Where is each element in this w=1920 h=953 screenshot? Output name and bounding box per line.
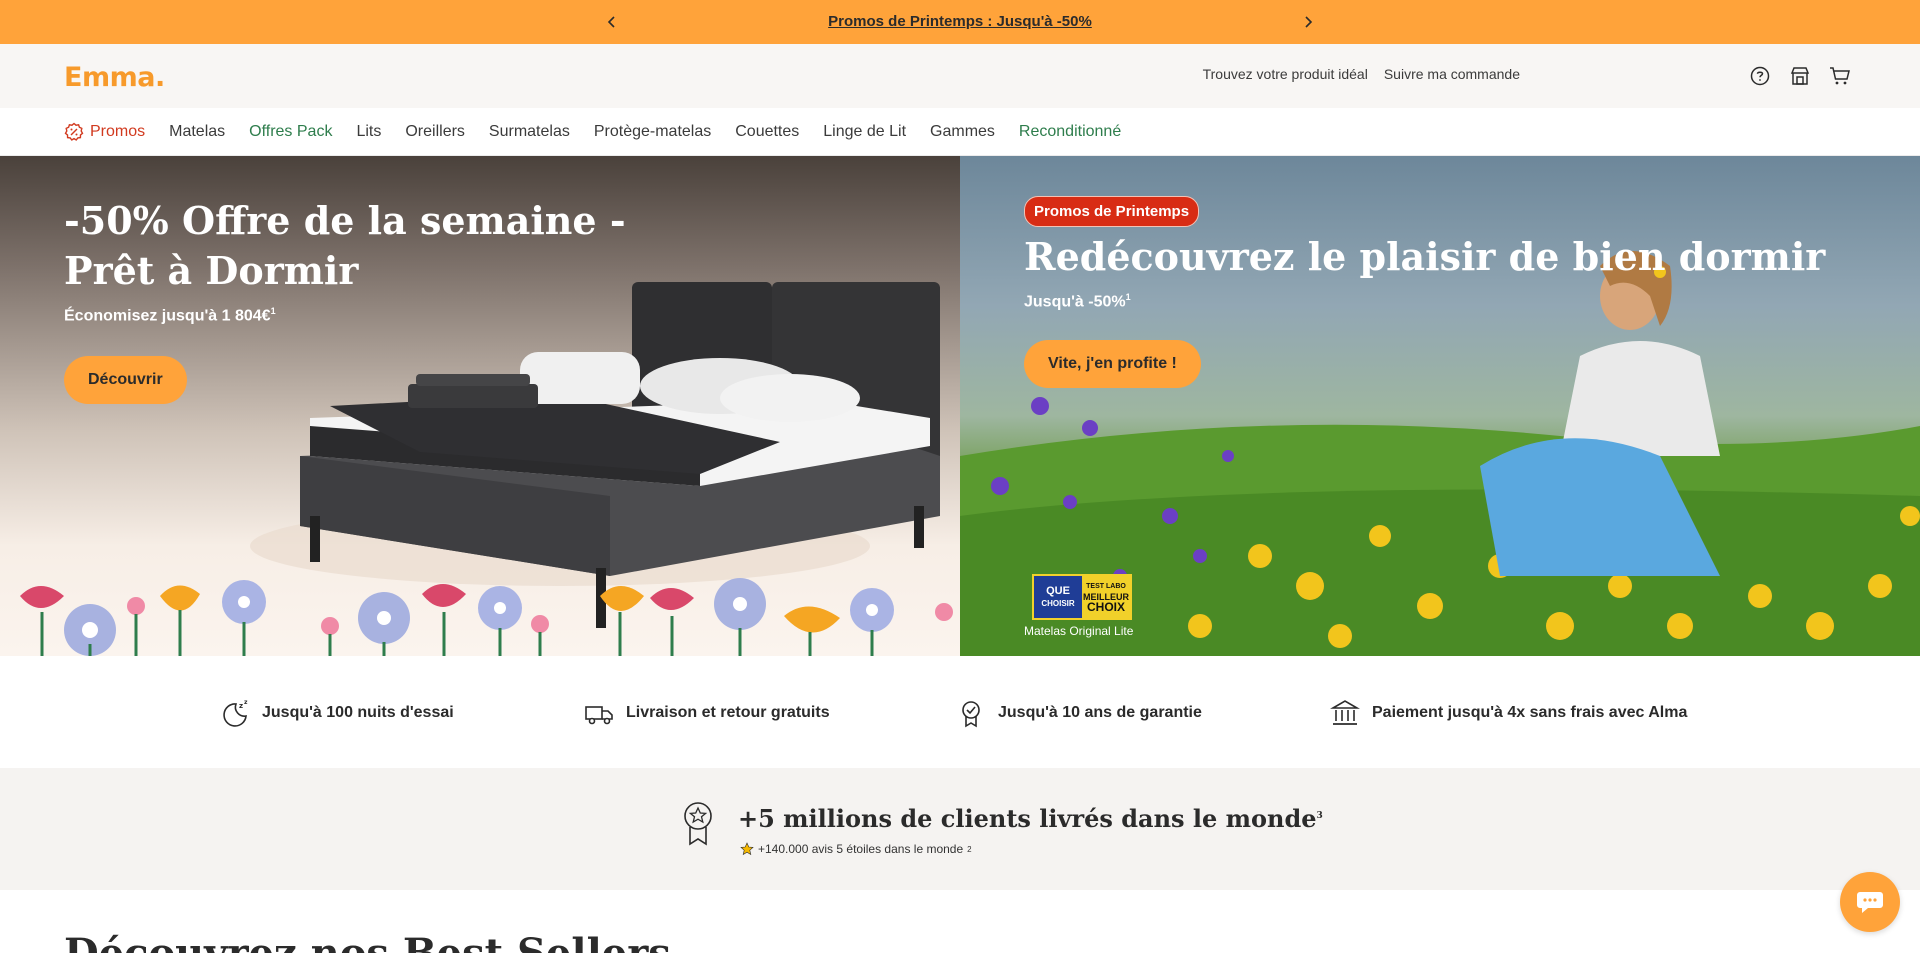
svg-text:z: z <box>244 699 248 706</box>
clients-section: +5 millions de clients livrés dans le mo… <box>0 768 1920 890</box>
que-choisir-award-badge: QUE CHOISIR TEST LABO MEILLEUR CHOIX <box>1032 574 1132 620</box>
help-icon[interactable] <box>1748 64 1772 88</box>
hero-banner-left[interactable]: -50% Offre de la semaine - Prêt à Dormir… <box>0 156 960 656</box>
chevron-left-icon <box>607 16 615 28</box>
clients-title: +5 millions de clients livrés dans le mo… <box>738 804 1323 833</box>
benefits-strip: zz Jusqu'à 100 nuits d'essai Livraison e… <box>0 656 1920 768</box>
benefit-label: Paiement jusqu'à 4x sans frais avec Alma <box>1372 704 1688 721</box>
nav-label: Couettes <box>735 123 800 140</box>
best-sellers-title: Découvrez nos Best Sellers <box>64 930 671 953</box>
nav-item-linge-de-lit[interactable]: Linge de Lit <box>823 122 906 142</box>
award-test-labo: TEST LABO <box>1086 583 1126 590</box>
logo-text: Emma <box>64 62 155 93</box>
best-sellers-section: Découvrez nos Best Sellers <box>0 890 1920 953</box>
nav-item-matelas[interactable]: Matelas <box>169 122 225 142</box>
discount-badge-icon <box>64 122 84 141</box>
emma-logo[interactable]: Emma. <box>64 62 165 93</box>
nav-label: Oreillers <box>405 123 465 140</box>
store-icon[interactable] <box>1788 64 1812 88</box>
que-choisir-logo: QUE CHOISIR <box>1034 576 1082 618</box>
award-ribbon-icon <box>684 802 712 846</box>
nav-label: Lits <box>356 123 382 140</box>
hero-right-title: Redécouvrez le plaisir de bien dormir <box>1024 234 1826 279</box>
star-icon <box>740 842 754 856</box>
spring-promo-badge: Promos de Printemps <box>1024 196 1200 227</box>
nav-label: Offres Pack <box>249 123 333 140</box>
promo-prev-button[interactable] <box>592 0 632 44</box>
nav-item-surmatelas[interactable]: Surmatelas <box>489 122 570 142</box>
hero-right-subtitle-text: Jusqu'à -50% <box>1024 293 1126 311</box>
nav-item-protege-matelas[interactable]: Protège-matelas <box>594 122 711 142</box>
track-order-link[interactable]: Suivre ma commande <box>1384 66 1520 82</box>
promo-next-button[interactable] <box>1288 0 1328 44</box>
award-que: QUE <box>1046 584 1070 597</box>
nav-item-offres-pack[interactable]: Offres Pack <box>249 122 332 142</box>
promo-bar: Promos de Printemps : Jusqu'à -50% <box>0 0 1920 44</box>
chat-bubble-icon <box>1857 892 1883 913</box>
warranty-badge-icon <box>962 701 980 728</box>
benefit-label: Livraison et retour gratuits <box>626 704 830 721</box>
hero-left-subtitle-text: Économisez jusqu'à 1 804€ <box>64 307 271 325</box>
award-caption: Matelas Original Lite <box>1024 624 1134 638</box>
moon-sleep-icon: zz <box>223 699 248 727</box>
reviews-text: +140.000 avis 5 étoiles dans le monde <box>758 842 964 856</box>
vite-jen-profite-button[interactable]: Vite, j'en profite ! <box>1024 340 1201 388</box>
hero-banner-right[interactable]: Promos de Printemps Redécouvrez le plais… <box>960 156 1920 656</box>
nav-item-promos[interactable]: Promos <box>64 122 145 142</box>
benefit-label: Jusqu'à 10 ans de garantie <box>998 704 1202 721</box>
benefit-delivery: Livraison et retour gratuits <box>584 698 830 728</box>
header-icons <box>1748 64 1852 88</box>
benefit-label: Jusqu'à 100 nuits d'essai <box>262 704 454 721</box>
benefit-trial: zz Jusqu'à 100 nuits d'essai <box>220 698 454 728</box>
meilleur-choix-label: TEST LABO MEILLEUR CHOIX <box>1082 576 1130 618</box>
nav-label: Surmatelas <box>488 123 570 140</box>
cart-icon[interactable] <box>1828 64 1852 88</box>
nav-label: Matelas <box>169 123 226 140</box>
decouvrir-button[interactable]: Découvrir <box>64 356 187 404</box>
nav-label: Reconditionné <box>1018 123 1122 140</box>
logo-dot: . <box>154 62 165 93</box>
nav-item-oreillers[interactable]: Oreillers <box>405 122 465 142</box>
find-product-link[interactable]: Trouvez votre produit idéal <box>1203 66 1368 82</box>
hero-right-subtitle: Jusqu'à -50%1 <box>1024 292 1131 311</box>
reviews-subtitle: +140.000 avis 5 étoiles dans le monde 2 <box>740 842 972 856</box>
hero-left-title: -50% Offre de la semaine - Prêt à Dormir <box>64 198 626 293</box>
header-links: Trouvez votre produit idéal Suivre ma co… <box>1203 66 1520 82</box>
nav-item-couettes[interactable]: Couettes <box>735 122 799 142</box>
benefit-warranty: Jusqu'à 10 ans de garantie <box>956 698 1202 728</box>
svg-text:z: z <box>239 702 243 710</box>
chat-button[interactable] <box>1840 872 1900 932</box>
nav-label: Gammes <box>930 123 995 140</box>
nav-item-lits[interactable]: Lits <box>356 122 381 142</box>
main-nav: Promos Matelas Offres Pack Lits Oreiller… <box>0 108 1920 156</box>
footnote-ref: 1 <box>1125 292 1131 302</box>
nav-list: Promos Matelas Offres Pack Lits Oreiller… <box>64 122 1121 142</box>
bank-icon <box>1330 700 1360 725</box>
nav-label-promos: Promos <box>90 123 146 140</box>
chevron-right-icon <box>1305 16 1313 28</box>
nav-item-reconditionne[interactable]: Reconditionné <box>1019 122 1121 142</box>
nav-item-gammes[interactable]: Gammes <box>930 122 995 142</box>
nav-label: Protège-matelas <box>593 123 712 140</box>
award-choix: CHOIX <box>1086 600 1125 614</box>
footnote-ref: 2 <box>967 844 972 854</box>
footnote-ref: 1 <box>270 306 276 316</box>
benefit-payment: Paiement jusqu'à 4x sans frais avec Alma <box>1330 698 1687 728</box>
nav-label: Linge de Lit <box>823 123 907 140</box>
award-choisir: CHOISIR <box>1041 598 1075 608</box>
promo-link[interactable]: Promos de Printemps : Jusqu'à -50% <box>828 13 1092 30</box>
site-header: Emma. Trouvez votre produit idéal Suivre… <box>0 44 1920 108</box>
truck-icon <box>585 706 613 725</box>
clients-title-text: +5 millions de clients livrés dans le mo… <box>738 804 1317 833</box>
footnote-ref: 3 <box>1316 811 1323 821</box>
hero-left-subtitle: Économisez jusqu'à 1 804€1 <box>64 306 276 325</box>
